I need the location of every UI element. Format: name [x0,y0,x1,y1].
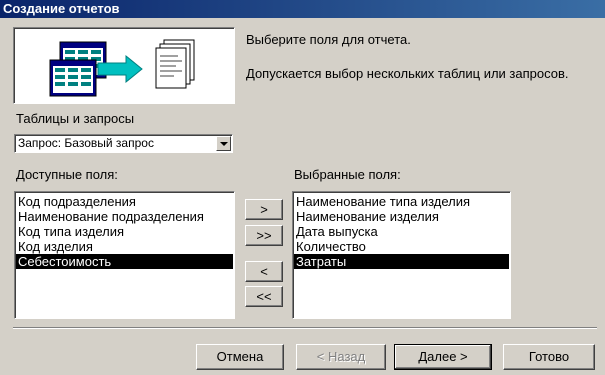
next-button-label: Далее > [418,349,468,364]
list-item[interactable]: Затраты [294,254,509,269]
list-item[interactable]: Наименование изделия [294,209,509,224]
remove-field-button[interactable]: < [245,261,283,282]
report-pages-icon [155,39,195,89]
intro-line-2: Допускается выбор нескольких таблиц или … [246,66,569,81]
list-item[interactable]: Код подразделения [16,194,233,209]
list-item[interactable]: Код типа изделия [16,224,233,239]
selected-fields-list[interactable]: Наименование типа изделия Наименование и… [292,191,511,319]
next-button[interactable]: Далее > [394,344,492,370]
available-fields-label: Доступные поля: [16,167,118,182]
list-item[interactable]: Код изделия [16,239,233,254]
list-item[interactable]: Наименование подразделения [16,209,233,224]
separator [13,327,597,329]
intro-line-1: Выберите поля для отчета. [246,32,411,47]
back-button[interactable]: < Назад [296,344,386,370]
list-item[interactable]: Себестоимость [16,254,233,269]
tables-to-report-icon [49,39,195,97]
add-all-fields-button[interactable]: >> [245,225,283,246]
finish-button-label: Готово [528,349,570,364]
add-field-button[interactable]: > [245,199,283,220]
list-item[interactable]: Дата выпуска [294,224,509,239]
chevron-down-icon[interactable] [216,136,231,151]
list-item[interactable]: Наименование типа изделия [294,194,509,209]
cancel-button-label: Отмена [216,349,264,364]
available-fields-list[interactable]: Код подразделения Наименование подраздел… [14,191,235,319]
back-button-label: < Назад [316,349,366,364]
finish-button[interactable]: Готово [503,344,595,370]
wizard-illustration [13,27,235,104]
selected-fields-label: Выбранные поля: [294,167,401,182]
source-label: Таблицы и запросы [16,111,135,126]
remove-all-fields-button[interactable]: << [245,286,283,307]
cancel-button[interactable]: Отмена [196,344,284,370]
source-combobox[interactable]: Запрос: Базовый запрос [14,134,233,153]
window-title: Создание отчетов [3,1,120,16]
table-icon-front [49,59,97,97]
list-item[interactable]: Количество [294,239,509,254]
title-bar: Создание отчетов [0,0,605,18]
source-combobox-value: Запрос: Базовый запрос [18,136,154,150]
